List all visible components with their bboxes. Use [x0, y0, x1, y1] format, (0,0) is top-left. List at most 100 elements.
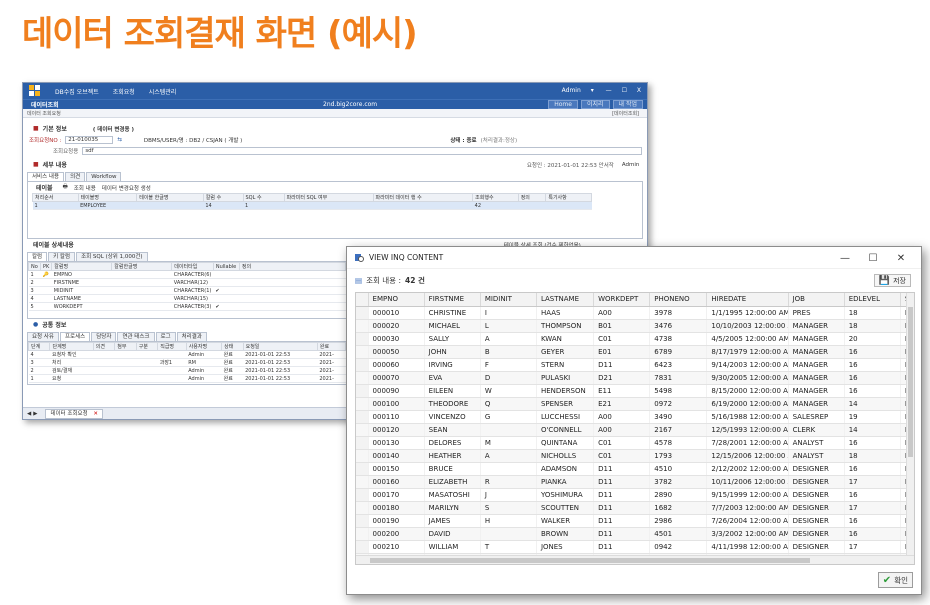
col-header[interactable]: 칼럼한글명 — [111, 262, 173, 271]
row-header[interactable] — [356, 501, 369, 515]
table-row[interactable]: 3 MIDINIT CHARACTER(1) ✔ — [28, 286, 346, 295]
col-header[interactable]: 조회행수 — [472, 193, 519, 202]
table-row[interactable]: 000140 HEATHER A NICHOLLS C01 1793 12/15/2006 … — [356, 449, 914, 463]
table-row[interactable]: 000050 JOHN B GEYER E01 6789 8/17/1979 12:00:0… — [356, 345, 914, 359]
column-header-lastname[interactable]: LASTNAME — [536, 293, 595, 307]
col-header[interactable]: 파라미터 SQL 여부 — [283, 193, 374, 202]
minimize-icon[interactable]: — — [831, 251, 859, 265]
nav-right-icon[interactable]: ▶ — [33, 411, 37, 417]
col-header[interactable]: Nullable — [212, 262, 240, 271]
link-icon[interactable]: ⇆ — [117, 137, 122, 143]
column-header-empno[interactable]: EMPNO — [368, 293, 425, 307]
minimize-icon[interactable]: — — [606, 87, 612, 94]
table-row[interactable]: 2 FIRSTNME VARCHAR(12) — [28, 278, 346, 287]
row-header[interactable] — [356, 371, 369, 385]
row-header[interactable] — [356, 397, 369, 411]
col-header[interactable]: 정의 — [517, 193, 547, 202]
table-row[interactable]: 000030 SALLY A KWAN C01 4738 4/5/2005 12:00:00… — [356, 332, 914, 346]
table-row[interactable]: 000060 IRVING F STERN D11 6423 9/14/2003 12:00… — [356, 358, 914, 372]
tab-log[interactable]: 로그 — [155, 332, 176, 341]
table-row[interactable]: 5 WORKDEPT CHARACTER(3) ✔ — [28, 302, 346, 311]
tab-request-reason[interactable]: 요청 사유 — [27, 332, 59, 341]
col-header[interactable]: 요청일 — [242, 342, 318, 351]
table-row[interactable]: 2 검토/결재 Admin 완료 2021-01-01 22:53 2021- — [28, 366, 346, 375]
col-header[interactable]: 칼럼 수 — [202, 193, 244, 202]
vertical-scrollbar[interactable] — [906, 293, 914, 564]
chevron-down-icon[interactable]: ▾ — [591, 87, 594, 94]
row-header[interactable] — [356, 423, 369, 437]
tab-assignee[interactable]: 담당자 — [91, 332, 117, 341]
employee-grid[interactable]: EMPNO FIRSTNME MIDINIT LASTNAME WORKDEPT PHON… — [355, 292, 915, 565]
col-header[interactable]: 단계 — [27, 342, 51, 351]
col-header[interactable]: 사용자명 — [185, 342, 223, 351]
tab-related-task[interactable]: 연관 태스크 — [117, 332, 155, 341]
close-icon[interactable]: ✕ — [887, 251, 915, 265]
row-header[interactable] — [356, 488, 369, 502]
print-icon[interactable]: 🖶 — [63, 183, 68, 192]
column-header-hiredate[interactable]: HIREDATE — [706, 293, 789, 307]
tab-service-content[interactable]: 서비스 내용 — [27, 172, 65, 181]
table-row[interactable]: 000020 MICHAEL L THOMPSON B01 3476 10/10/2003 … — [356, 319, 914, 333]
row-header[interactable] — [356, 514, 369, 528]
col-header[interactable]: 직급명 — [157, 342, 187, 351]
table-row[interactable]: 3 처리 과장1 RM 완료 2021-01-01 22:53 2021- — [28, 358, 346, 367]
maximize-icon[interactable]: ☐ — [622, 87, 627, 94]
tab-result[interactable]: 처리결과 — [176, 332, 207, 341]
save-button[interactable]: 💾 저장 — [873, 274, 911, 287]
column-header-edlevel[interactable]: EDLEVEL — [844, 293, 901, 307]
request-purpose-field[interactable]: sdf — [82, 146, 643, 155]
col-header[interactable]: 데이터타입 — [171, 262, 214, 271]
row-header[interactable] — [356, 410, 369, 424]
row-header[interactable] — [356, 319, 369, 333]
table-row[interactable]: 000090 EILEEN W HENDERSON E11 5498 8/15/2000 1… — [356, 384, 914, 398]
admin-user-menu[interactable]: Admin — [562, 87, 581, 94]
menu-item-db-object[interactable]: DB수집 오브젝트 — [55, 89, 99, 96]
tab-opinion[interactable]: 의견 — [65, 172, 86, 181]
row-header[interactable] — [356, 540, 369, 554]
tab-columns[interactable]: 칼럼 — [27, 252, 48, 261]
close-icon[interactable]: ✕ — [93, 411, 98, 417]
col-header[interactable]: No — [28, 262, 41, 271]
table-row[interactable]: 1 EMPLOYEE 14 1 42 — [32, 201, 592, 210]
tab-query-sql[interactable]: 조회 SQL (상위 1,000건) — [76, 252, 148, 261]
tab-key-columns[interactable]: 키 칼럼 — [48, 252, 76, 261]
table-row[interactable]: 000110 VINCENZO G LUCCHESSI A00 3490 5/16/1988… — [356, 410, 914, 424]
tab-workflow[interactable]: Workflow — [86, 172, 122, 181]
col-header[interactable]: 첨부 — [114, 342, 137, 351]
column-header-workdept[interactable]: WORKDEPT — [593, 293, 651, 307]
view-content-button[interactable]: 조회 내용 — [74, 184, 96, 192]
table-row[interactable]: 000070 EVA D PULASKI D21 7831 9/30/2005 12:00:… — [356, 371, 914, 385]
row-header[interactable] — [356, 358, 369, 372]
col-header[interactable]: 상태 — [221, 342, 244, 351]
col-header[interactable]: 구분 — [135, 342, 159, 351]
column-header-job[interactable]: JOB — [788, 293, 845, 307]
maximize-icon[interactable]: ☐ — [859, 251, 887, 265]
row-header[interactable] — [356, 384, 369, 398]
col-header[interactable]: 테이블명 — [77, 193, 138, 202]
horizontal-scrollbar[interactable] — [356, 555, 914, 564]
menu-item-system-admin[interactable]: 시스템관리 — [149, 89, 177, 96]
column-header-phoneno[interactable]: PHONENO — [649, 293, 708, 307]
nav-left-icon[interactable]: ◀ — [27, 411, 31, 417]
col-header[interactable]: 칼럼명 — [51, 262, 113, 271]
my-task-button[interactable]: 내 작업 — [612, 100, 643, 109]
home-button[interactable]: Home — [548, 100, 578, 109]
table-row[interactable]: 1 🔑 EMPNO CHARACTER(6) — [28, 270, 346, 279]
row-header[interactable] — [356, 436, 369, 450]
close-icon[interactable]: X — [637, 87, 641, 94]
row-header[interactable] — [356, 462, 369, 476]
table-row[interactable]: 000190 JAMES H WALKER D11 2986 7/26/2004 12:00… — [356, 514, 914, 528]
table-row[interactable]: 000200 DAVID BROWN D11 4501 3/3/2002 12:00:00… — [356, 527, 914, 541]
col-header[interactable]: 정의 — [238, 262, 347, 271]
row-header[interactable] — [356, 527, 369, 541]
row-header[interactable] — [356, 345, 369, 359]
table-row[interactable]: 000160 ELIZABETH R PIANKA D11 3782 10/11/2006 … — [356, 475, 914, 489]
row-header[interactable] — [356, 306, 369, 320]
column-header-firstnme[interactable]: FIRSTNME — [424, 293, 481, 307]
col-header[interactable]: 완료 — [316, 342, 347, 351]
tab-process[interactable]: 프로세스 — [60, 332, 91, 341]
easy-button[interactable]: 이지리 — [580, 100, 610, 109]
row-header[interactable] — [356, 449, 369, 463]
table-row[interactable]: 1 요청 Admin 완료 2021-01-01 22:53 2021- — [28, 374, 346, 383]
column-header-midinit[interactable]: MIDINIT — [480, 293, 537, 307]
